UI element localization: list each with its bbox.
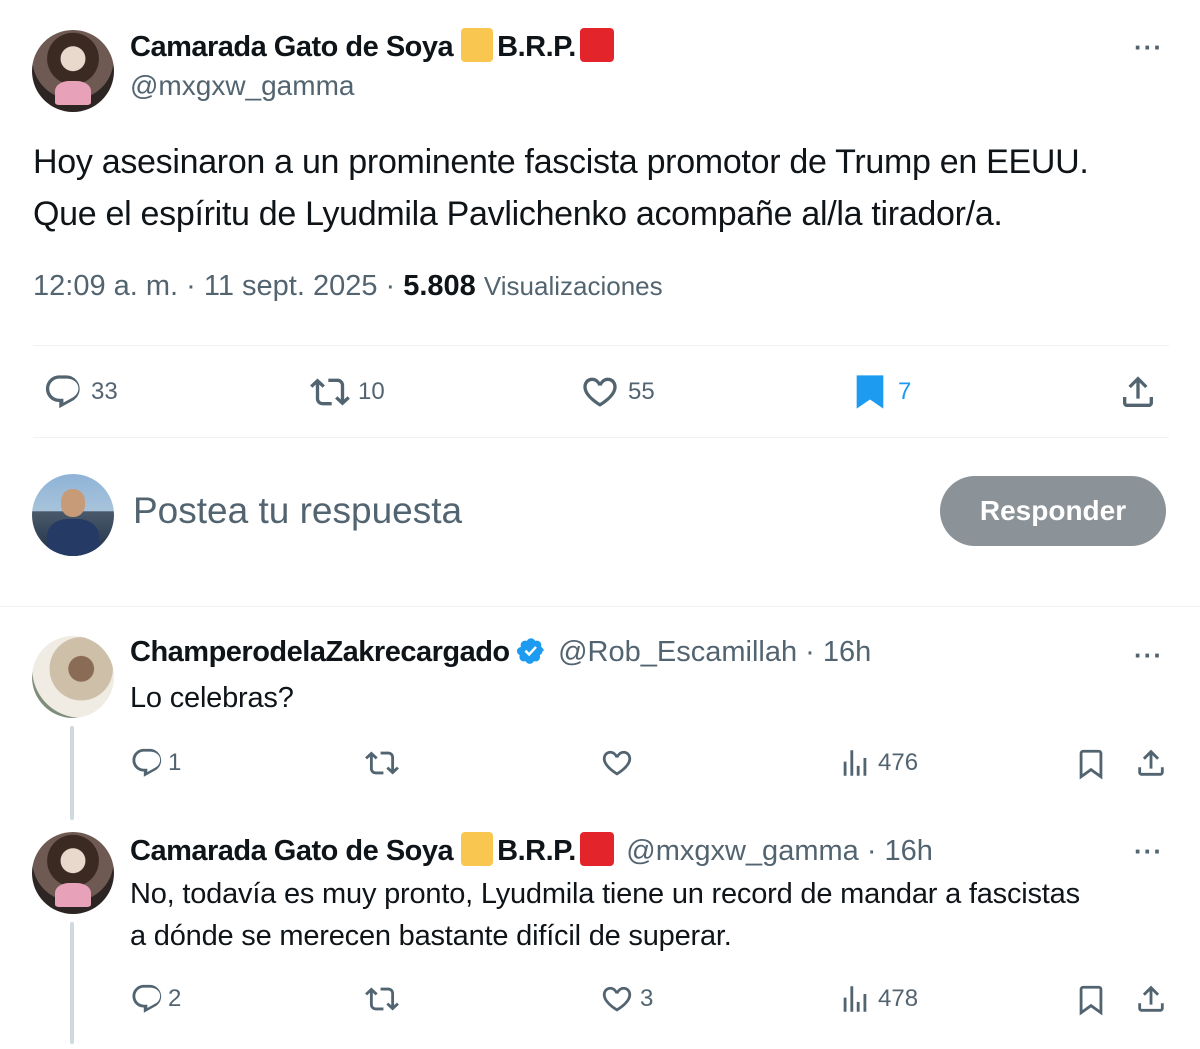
reply-count: 2 [168, 985, 182, 1012]
avatar-scarf [54, 80, 92, 106]
post-timestamp[interactable]: 12:09 a. m. · 11 sept. 2025 · [33, 270, 403, 302]
avatar-scarf [54, 882, 92, 908]
bookmark-count: 7 [898, 378, 912, 405]
yellow-square-emoji [461, 28, 494, 62]
bookmark-action[interactable]: 7 [850, 370, 911, 414]
reply-count: 33 [91, 378, 118, 405]
share-icon [1138, 985, 1164, 1012]
reply-submit-button[interactable]: Responder [940, 476, 1166, 546]
post-text-line-1: Hoy asesinaron a un prominente fascista … [33, 143, 1089, 181]
views-action[interactable]: 476 [838, 746, 918, 780]
repost-action[interactable]: 10 [310, 372, 385, 412]
like-action[interactable] [600, 746, 634, 780]
reply-icon [132, 748, 162, 777]
author-flag-text: B.R.P. [497, 31, 576, 63]
heart-icon [602, 750, 632, 776]
reply-header: Camarada Gato de Soya B.R.P. @mxgxw_gamma… [130, 832, 933, 868]
bookmark-icon [1079, 749, 1103, 780]
repost-action[interactable] [365, 982, 399, 1016]
bookmark-action[interactable] [1074, 746, 1108, 782]
views-label: Visualizaciones [483, 271, 663, 301]
reply-text-line-2: a dónde se merecen bastante difícil de s… [130, 920, 732, 952]
red-square-emoji [579, 28, 614, 62]
more-options-icon[interactable]: ··· [1134, 640, 1163, 671]
reply-text: Lo celebras? [130, 682, 294, 714]
bookmark-icon [1079, 985, 1103, 1016]
reply-author-name[interactable]: ChamperodelaZakrecargado [130, 636, 510, 668]
yellow-square-emoji [461, 832, 494, 866]
author-avatar[interactable] [32, 30, 114, 112]
repost-count: 10 [358, 378, 385, 405]
divider [33, 345, 1169, 346]
reply-author-avatar[interactable] [32, 832, 114, 914]
like-action[interactable]: 3 [600, 982, 653, 1016]
share-action[interactable] [1134, 982, 1168, 1016]
views-count: 476 [878, 749, 919, 776]
heart-icon [602, 986, 632, 1012]
like-count: 55 [628, 378, 655, 405]
verified-badge-icon [516, 638, 544, 664]
views-count: 5.808 [403, 270, 476, 302]
reply-action[interactable]: 2 [130, 982, 181, 1016]
divider [0, 606, 1200, 607]
share-action[interactable] [1134, 746, 1168, 780]
red-square-emoji [579, 832, 614, 866]
author-name[interactable]: Camarada Gato de Soya [130, 31, 454, 63]
avatar-body [46, 519, 100, 556]
views-action[interactable]: 478 [838, 982, 918, 1016]
divider [33, 437, 1169, 438]
reply-handle-time[interactable]: @Rob_Escamillah · 16h [558, 636, 871, 668]
more-options-icon[interactable]: ··· [1134, 836, 1163, 867]
post-meta: 12:09 a. m. · 11 sept. 2025 · 5.808 Visu… [33, 270, 663, 303]
reply-action[interactable]: 33 [43, 372, 118, 412]
author-name-row[interactable]: Camarada Gato de Soya B.R.P. [130, 28, 614, 64]
reply-handle-time[interactable]: @mxgxw_gamma · 16h [626, 835, 933, 867]
reply-author-name[interactable]: Camarada Gato de Soya [130, 835, 454, 867]
reply-header: ChamperodelaZakrecargado @Rob_Escamillah… [130, 636, 871, 669]
views-count: 478 [878, 985, 919, 1012]
share-icon [1123, 376, 1153, 407]
thread-line [70, 726, 74, 820]
heart-icon [583, 377, 617, 407]
repost-action[interactable] [365, 746, 399, 780]
reply-count: 1 [168, 749, 182, 776]
reply-icon [45, 375, 80, 409]
reply-author-flag-text: B.R.P. [497, 835, 576, 867]
author-handle[interactable]: @mxgxw_gamma [130, 70, 354, 102]
current-user-avatar[interactable] [32, 474, 114, 556]
post-text-line-2: Que el espíritu de Lyudmila Pavlichenko … [33, 195, 1003, 233]
views-chart-icon [843, 986, 867, 1012]
reply-icon [132, 984, 162, 1013]
like-action[interactable]: 55 [580, 372, 655, 412]
repost-icon [365, 987, 399, 1011]
avatar-face [60, 488, 86, 517]
share-icon [1138, 749, 1164, 776]
reply-author-avatar[interactable] [32, 636, 114, 718]
reply-action[interactable]: 1 [130, 746, 181, 780]
views-chart-icon [843, 750, 867, 776]
more-options-icon[interactable]: ··· [1134, 32, 1163, 63]
thread-line [70, 922, 74, 1044]
reply-text: No, todavía es muy pronto, Lyudmila tien… [130, 873, 1180, 957]
reply-text-line-1: No, todavía es muy pronto, Lyudmila tien… [130, 878, 1080, 910]
repost-icon [310, 378, 350, 406]
bookmark-action[interactable] [1074, 982, 1108, 1018]
share-action[interactable] [1118, 372, 1158, 412]
bookmark-filled-icon [856, 375, 884, 409]
post-text: Hoy asesinaron a un prominente fascista … [33, 136, 1173, 240]
reply-input[interactable]: Postea tu respuesta [133, 490, 462, 532]
repost-icon [365, 751, 399, 775]
like-count: 3 [640, 985, 654, 1012]
